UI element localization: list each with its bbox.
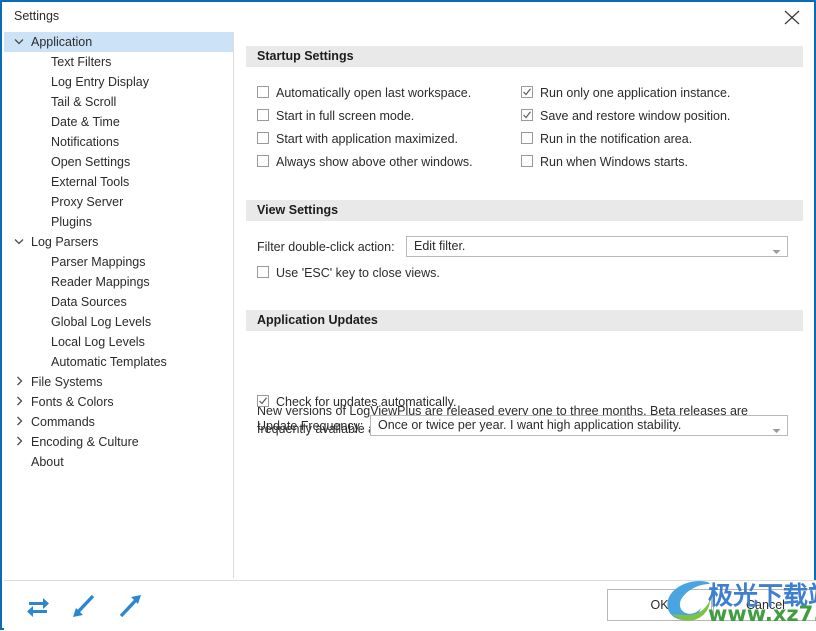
checkbox-input[interactable]	[257, 132, 269, 144]
sidebar-item-about[interactable]: About	[4, 452, 233, 472]
sidebar-item-open-settings[interactable]: Open Settings	[4, 152, 233, 172]
sidebar-item-file-systems[interactable]: File Systems	[4, 372, 233, 392]
checkbox-label: Always show above other windows.	[276, 155, 473, 169]
sidebar-item-log-entry-display[interactable]: Log Entry Display	[4, 72, 233, 92]
startup-settings-header: Startup Settings	[246, 46, 803, 67]
close-button[interactable]	[770, 2, 814, 32]
sidebar-item-label: Date & Time	[51, 115, 120, 129]
sidebar-item-automatic-templates[interactable]: Automatic Templates	[4, 352, 233, 372]
sidebar-item-label: Commands	[31, 415, 95, 429]
chevron-down-icon[interactable]	[12, 32, 26, 52]
chevron-right-icon[interactable]	[12, 392, 26, 412]
filter-double-click-action-value: Edit filter.	[414, 239, 466, 253]
sidebar-item-label: Log Entry Display	[51, 75, 149, 89]
sidebar-item-date-time[interactable]: Date & Time	[4, 112, 233, 132]
checkbox-label: Run only one application instance.	[540, 86, 731, 100]
checkbox-input[interactable]	[521, 132, 533, 144]
chevron-right-icon[interactable]	[12, 432, 26, 452]
update-frequency-label: Update Frequency:	[257, 419, 364, 433]
checkbox-input[interactable]	[257, 86, 269, 98]
sidebar-item-label: Encoding & Culture	[31, 435, 139, 449]
filter-double-click-action-dropdown[interactable]: Edit filter.	[406, 236, 788, 257]
sidebar-item-label: Application	[31, 35, 93, 49]
export-arrow-icon[interactable]	[115, 591, 145, 621]
title-bar: Settings	[2, 2, 814, 32]
checkbox-label: Save and restore window position.	[540, 109, 731, 123]
sidebar-item-label: About	[31, 455, 64, 469]
application-updates-header: Application Updates	[246, 310, 803, 331]
check-updates-automatically-checkbox[interactable]	[257, 395, 269, 407]
view-settings-header: View Settings	[246, 200, 803, 221]
sidebar-item-encoding-culture[interactable]: Encoding & Culture	[4, 432, 233, 452]
sidebar-item-parser-mappings[interactable]: Parser Mappings	[4, 252, 233, 272]
sidebar-item-notifications[interactable]: Notifications	[4, 132, 233, 152]
checkbox-label: Automatically open last workspace.	[276, 86, 472, 100]
sidebar-item-label: Open Settings	[51, 155, 131, 169]
sidebar-item-external-tools[interactable]: External Tools	[4, 172, 233, 192]
sidebar-item-label: Proxy Server	[51, 195, 124, 209]
sidebar-item-fonts-colors[interactable]: Fonts & Colors	[4, 392, 233, 412]
sidebar-item-plugins[interactable]: Plugins	[4, 212, 233, 232]
chevron-down-icon	[772, 423, 781, 433]
sidebar-item-label: External Tools	[51, 175, 130, 189]
checkbox-label: Run in the notification area.	[540, 132, 693, 146]
sidebar-item-data-sources[interactable]: Data Sources	[4, 292, 233, 312]
sidebar-item-label: Automatic Templates	[51, 355, 167, 369]
sidebar-item-label: Local Log Levels	[51, 335, 145, 349]
window-title: Settings	[14, 9, 60, 23]
sidebar-item-label: File Systems	[31, 375, 103, 389]
sidebar-item-label: Text Filters	[51, 55, 112, 69]
checkbox-input[interactable]	[521, 109, 533, 121]
sidebar-item-log-parsers[interactable]: Log Parsers	[4, 232, 233, 252]
checkbox-input[interactable]	[521, 155, 533, 167]
reset-loop-icon[interactable]	[23, 591, 53, 621]
sidebar-item-text-filters[interactable]: Text Filters	[4, 52, 233, 72]
sidebar-item-commands[interactable]: Commands	[4, 412, 233, 432]
sidebar-item-global-log-levels[interactable]: Global Log Levels	[4, 312, 233, 332]
sidebar-item-label: Fonts & Colors	[31, 395, 114, 409]
sidebar-item-label: Reader Mappings	[51, 275, 150, 289]
cancel-button[interactable]: Cancel	[713, 589, 816, 621]
checkbox-input[interactable]	[257, 155, 269, 167]
settings-navigation-tree[interactable]: Application Text Filters Log Entry Display…	[4, 32, 234, 578]
chevron-right-icon[interactable]	[12, 372, 26, 392]
sidebar-item-label: Notifications	[51, 135, 120, 149]
sidebar-item-application[interactable]: Application	[4, 32, 233, 52]
sidebar-item-tail-scroll[interactable]: Tail & Scroll	[4, 92, 233, 112]
checkbox-label: Start with application maximized.	[276, 132, 459, 146]
chevron-right-icon[interactable]	[12, 412, 26, 432]
filter-double-click-action-label: Filter double-click action:	[257, 240, 395, 254]
esc-close-views-checkbox[interactable]	[257, 266, 269, 278]
sidebar-item-label: Parser Mappings	[51, 255, 146, 269]
sidebar-item-proxy-server[interactable]: Proxy Server	[4, 192, 233, 212]
sidebar-item-label: Tail & Scroll	[51, 95, 117, 109]
settings-dialog: Settings Application Text Filters Log Entr…	[0, 0, 816, 631]
ok-button[interactable]: OK	[607, 589, 712, 621]
checkbox-label: Run when Windows starts.	[540, 155, 688, 169]
sidebar-item-label: Plugins	[51, 215, 92, 229]
sidebar-item-label: Log Parsers	[31, 235, 99, 249]
update-frequency-dropdown[interactable]: Once or twice per year. I want high appl…	[370, 415, 788, 436]
chevron-down-icon[interactable]	[12, 232, 26, 252]
dialog-footer: OK Cancel	[4, 580, 816, 631]
chevron-down-icon	[772, 244, 781, 254]
sidebar-item-label: Data Sources	[51, 295, 127, 309]
sidebar-item-label: Global Log Levels	[51, 315, 152, 329]
sidebar-item-reader-mappings[interactable]: Reader Mappings	[4, 272, 233, 292]
checkbox-label: Start in full screen mode.	[276, 109, 415, 123]
sidebar-item-local-log-levels[interactable]: Local Log Levels	[4, 332, 233, 352]
checkbox-input[interactable]	[257, 109, 269, 121]
settings-content-pane: Startup Settings Automatically open last…	[235, 32, 814, 578]
import-arrow-icon[interactable]	[69, 591, 99, 621]
checkbox-input[interactable]	[521, 86, 533, 98]
esc-close-views-label: Use 'ESC' key to close views.	[276, 266, 440, 280]
update-frequency-value: Once or twice per year. I want high appl…	[378, 418, 682, 432]
check-updates-automatically-label: Check for updates automatically.	[276, 395, 457, 409]
